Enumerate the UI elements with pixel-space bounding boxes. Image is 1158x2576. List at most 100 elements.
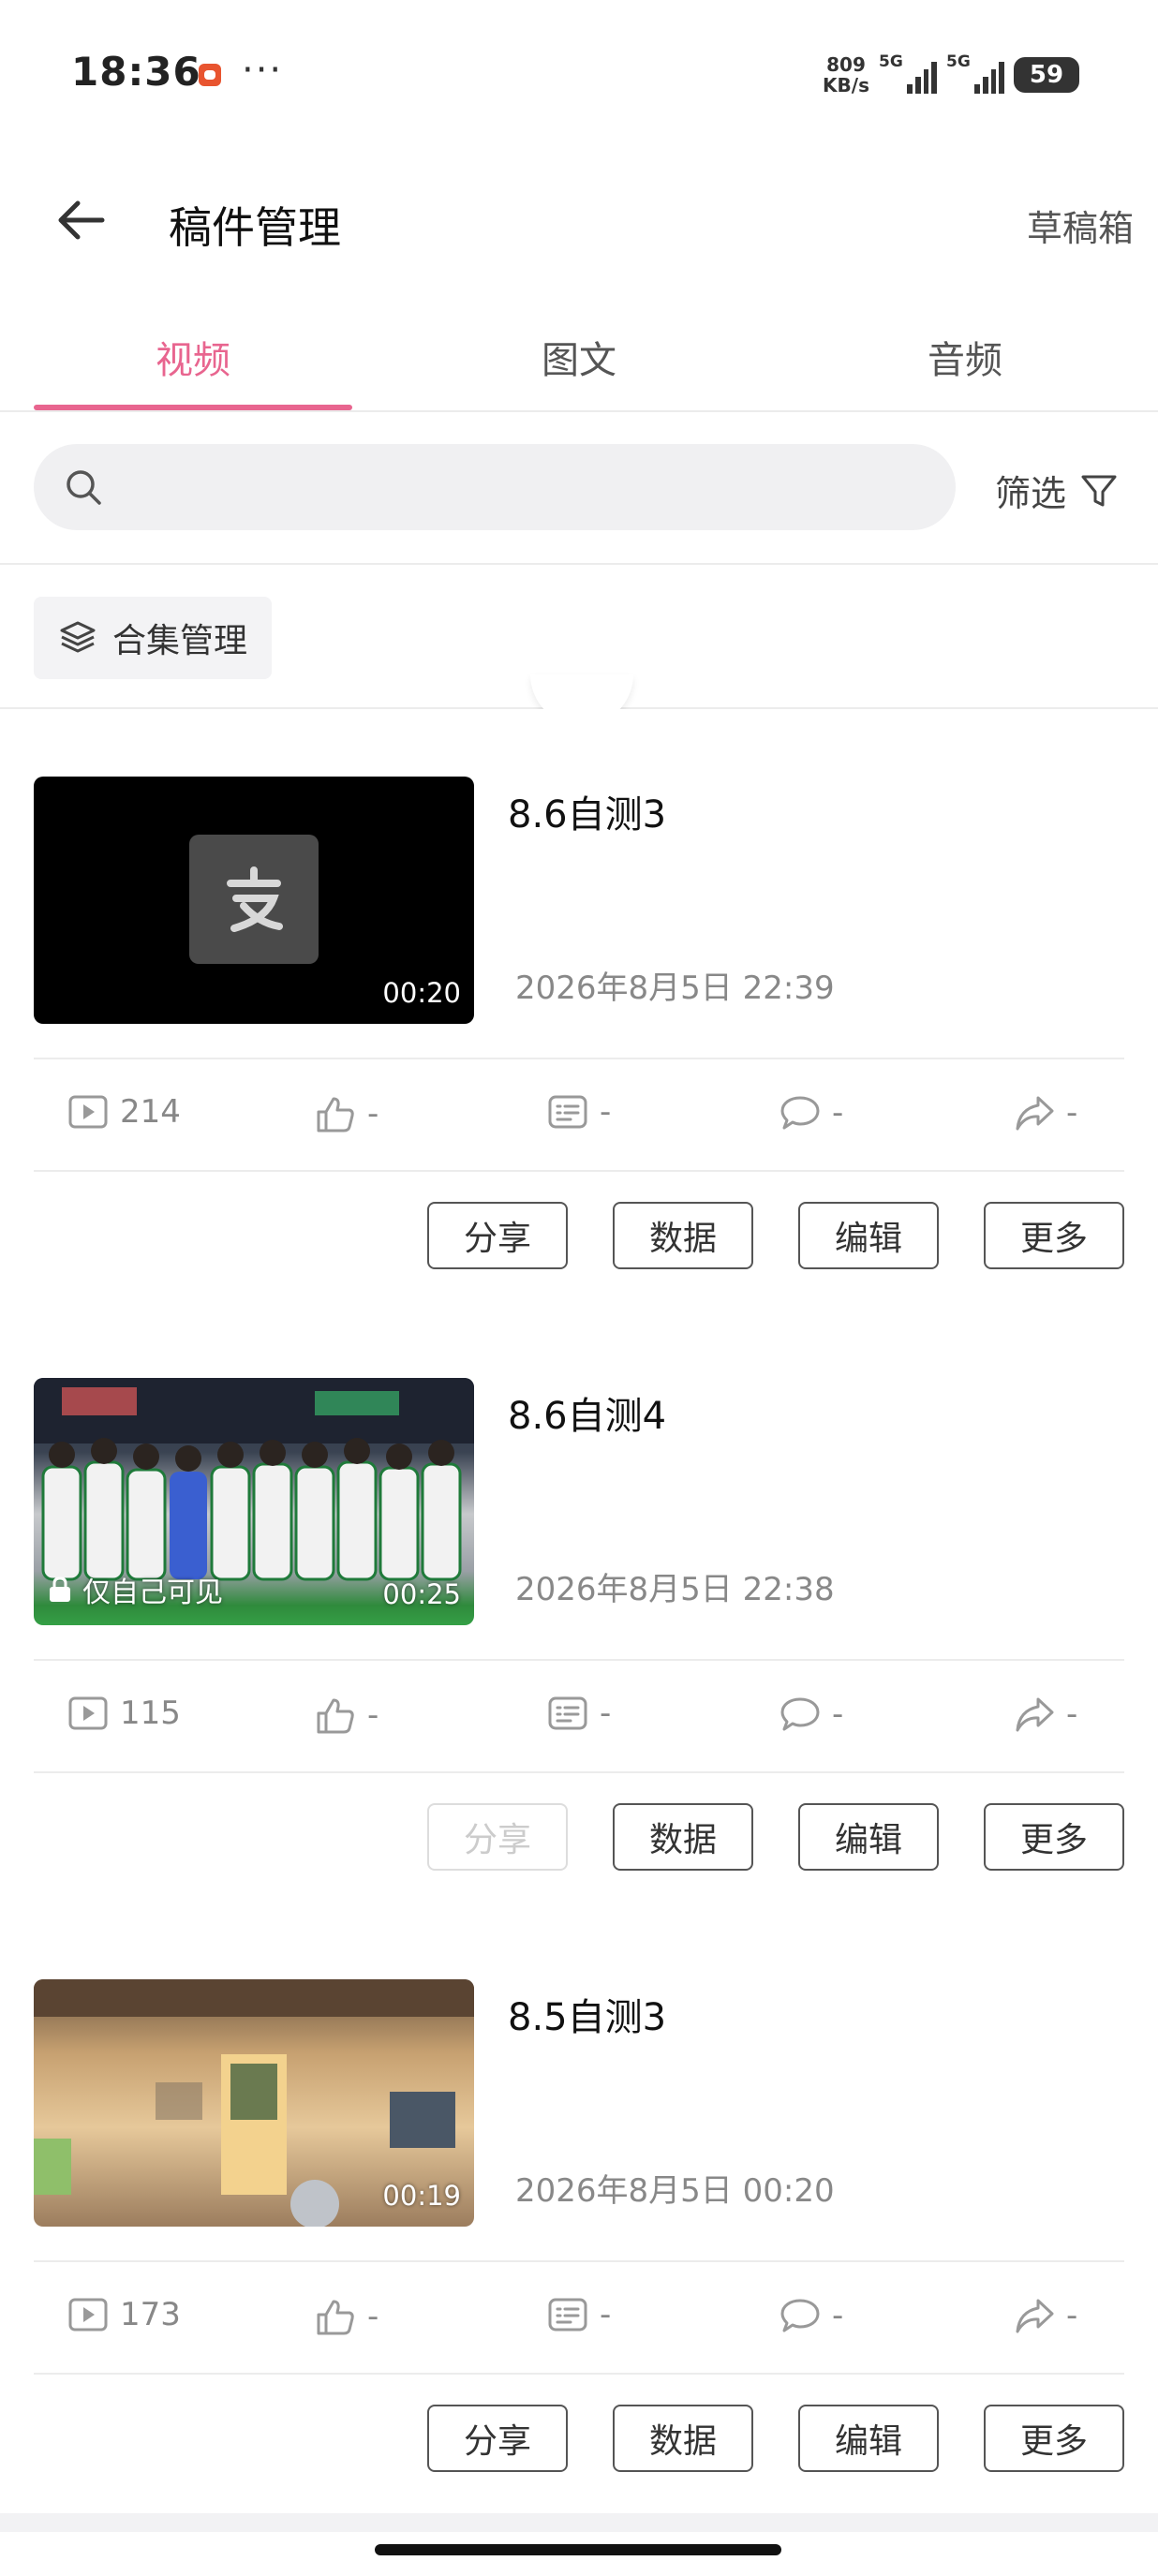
danmaku-count: - xyxy=(600,1093,612,1131)
share-button[interactable]: 分享 xyxy=(427,2405,568,2472)
comments-count: - xyxy=(832,1695,844,1733)
comment-icon xyxy=(780,2299,820,2332)
data-button[interactable]: 数据 xyxy=(613,1803,753,1871)
video-title[interactable]: 8.6自测3 xyxy=(508,784,666,838)
video-title[interactable]: 8.6自测4 xyxy=(508,1385,666,1440)
home-indicator[interactable] xyxy=(375,2544,781,2555)
data-button[interactable]: 数据 xyxy=(613,1202,753,1269)
video-thumbnail[interactable]: 00:20 xyxy=(34,777,474,1024)
network-speed-unit: KB/s xyxy=(823,74,869,96)
data-button[interactable]: 数据 xyxy=(613,2405,753,2472)
comments-count: - xyxy=(832,2297,844,2334)
share-icon xyxy=(1016,2299,1054,2333)
video-duration: 00:25 xyxy=(382,1578,461,1610)
drafts-button[interactable]: 草稿箱 xyxy=(1027,200,1134,251)
likes-count: - xyxy=(367,1696,379,1734)
shares-stat: - xyxy=(1014,2296,1077,2335)
battery-level: 59 xyxy=(1029,61,1064,89)
video-thumbnail[interactable]: 仅自己可见 00:25 xyxy=(34,1378,474,1625)
thumbs-up-icon xyxy=(317,2300,354,2335)
likes-count: - xyxy=(367,2298,379,2335)
comments-stat: - xyxy=(779,1695,843,1734)
notification-app-icon xyxy=(199,64,221,86)
likes-stat: - xyxy=(315,2296,379,2337)
tab-video[interactable]: 视频 xyxy=(34,330,352,384)
edit-button[interactable]: 编辑 xyxy=(798,1803,939,1871)
funnel-icon xyxy=(1081,475,1117,506)
danmaku-stat: - xyxy=(547,1695,611,1732)
likes-stat: - xyxy=(315,1093,379,1134)
danmaku-count: - xyxy=(600,2296,612,2333)
signal-icon: 5G xyxy=(879,52,937,94)
collection-manage-button[interactable]: 合集管理 xyxy=(34,597,273,679)
likes-stat: - xyxy=(315,1695,379,1736)
status-time: 18:36 xyxy=(71,49,201,95)
thumbs-up-icon xyxy=(317,1698,354,1734)
views-stat: 173 xyxy=(67,2296,181,2333)
tab-audio[interactable]: 音频 xyxy=(806,330,1124,384)
share-icon xyxy=(1016,1697,1054,1732)
danmaku-stat: - xyxy=(547,1093,611,1131)
search-icon xyxy=(67,470,101,505)
video-card[interactable]: 仅自己可见 00:25 8.6自测4 2026年8月5日 22:38 115 -… xyxy=(0,1310,1158,1889)
views-count: 115 xyxy=(120,1695,181,1732)
network-speed-value: 809 xyxy=(826,53,866,76)
video-date: 2026年8月5日 00:20 xyxy=(515,2172,835,2210)
battery-icon: 59 xyxy=(1014,57,1091,93)
network-speed: 809 KB/s xyxy=(823,54,869,96)
video-stats: 115 - - - - xyxy=(34,1659,1124,1773)
danmaku-icon xyxy=(548,2298,587,2332)
video-thumbnail[interactable]: 00:19 xyxy=(34,1979,474,2227)
video-stats: 173 - - - - xyxy=(34,2260,1124,2375)
thumbs-up-icon xyxy=(317,1097,354,1133)
video-card[interactable]: 00:20 8.6自测3 2026年8月5日 22:39 214 - - - -… xyxy=(0,709,1158,1288)
likes-count: - xyxy=(367,1095,379,1133)
danmaku-icon xyxy=(548,1095,587,1129)
tab-image-text[interactable]: 图文 xyxy=(420,330,738,384)
play-icon xyxy=(68,1696,108,1730)
card-divider xyxy=(0,2513,1158,2532)
layers-icon xyxy=(60,621,96,653)
comments-stat: - xyxy=(779,1093,843,1133)
shares-stat: - xyxy=(1014,1093,1077,1133)
signal-icon: 5G xyxy=(946,52,1004,94)
views-count: 173 xyxy=(120,2296,181,2333)
more-button[interactable]: 更多 xyxy=(984,2405,1124,2472)
search-box[interactable] xyxy=(34,444,956,530)
content-type-tabs: 视频 图文 音频 xyxy=(0,309,1158,412)
danmaku-count: - xyxy=(600,1695,612,1732)
comments-count: - xyxy=(832,1094,844,1132)
video-duration: 00:19 xyxy=(382,2180,461,2212)
search-input[interactable] xyxy=(122,468,928,506)
back-button[interactable] xyxy=(47,192,112,248)
shares-count: - xyxy=(1066,1094,1078,1132)
filter-label: 筛选 xyxy=(994,473,1066,514)
signal-type-label: 5G xyxy=(946,52,971,71)
active-tab-indicator xyxy=(34,405,352,410)
video-card[interactable]: 00:19 8.5自测3 2026年8月5日 00:20 173 - - - -… xyxy=(0,1912,1158,2491)
video-duration: 00:20 xyxy=(382,977,461,1009)
views-stat: 115 xyxy=(67,1695,181,1732)
more-button[interactable]: 更多 xyxy=(984,1803,1124,1871)
alipay-logo-icon xyxy=(189,835,319,964)
video-title[interactable]: 8.5自测3 xyxy=(508,1987,666,2041)
danmaku-stat: - xyxy=(547,2296,611,2333)
shares-count: - xyxy=(1066,1695,1078,1733)
filter-button[interactable]: 筛选 xyxy=(995,465,1119,516)
share-button[interactable]: 分享 xyxy=(427,1202,568,1269)
edit-button[interactable]: 编辑 xyxy=(798,2405,939,2472)
play-icon xyxy=(68,1095,108,1129)
header: 稿件管理 草稿箱 xyxy=(0,155,1158,286)
more-button[interactable]: 更多 xyxy=(984,1202,1124,1269)
status-indicators: 809 KB/s 5G 5G 59 xyxy=(823,52,1091,97)
arrow-left-icon xyxy=(58,200,105,240)
danmaku-icon xyxy=(548,1696,587,1730)
private-label: 仅自己可见 xyxy=(82,1577,223,1609)
share-icon xyxy=(1016,1096,1054,1131)
video-actions: 分享 数据 编辑 更多 xyxy=(0,2375,1158,2491)
private-badge: 仅自己可见 xyxy=(47,1569,223,1610)
lock-icon xyxy=(50,1577,70,1602)
views-count: 214 xyxy=(120,1093,181,1131)
collection-manage-label: 合集管理 xyxy=(112,622,248,660)
edit-button[interactable]: 编辑 xyxy=(798,1202,939,1269)
